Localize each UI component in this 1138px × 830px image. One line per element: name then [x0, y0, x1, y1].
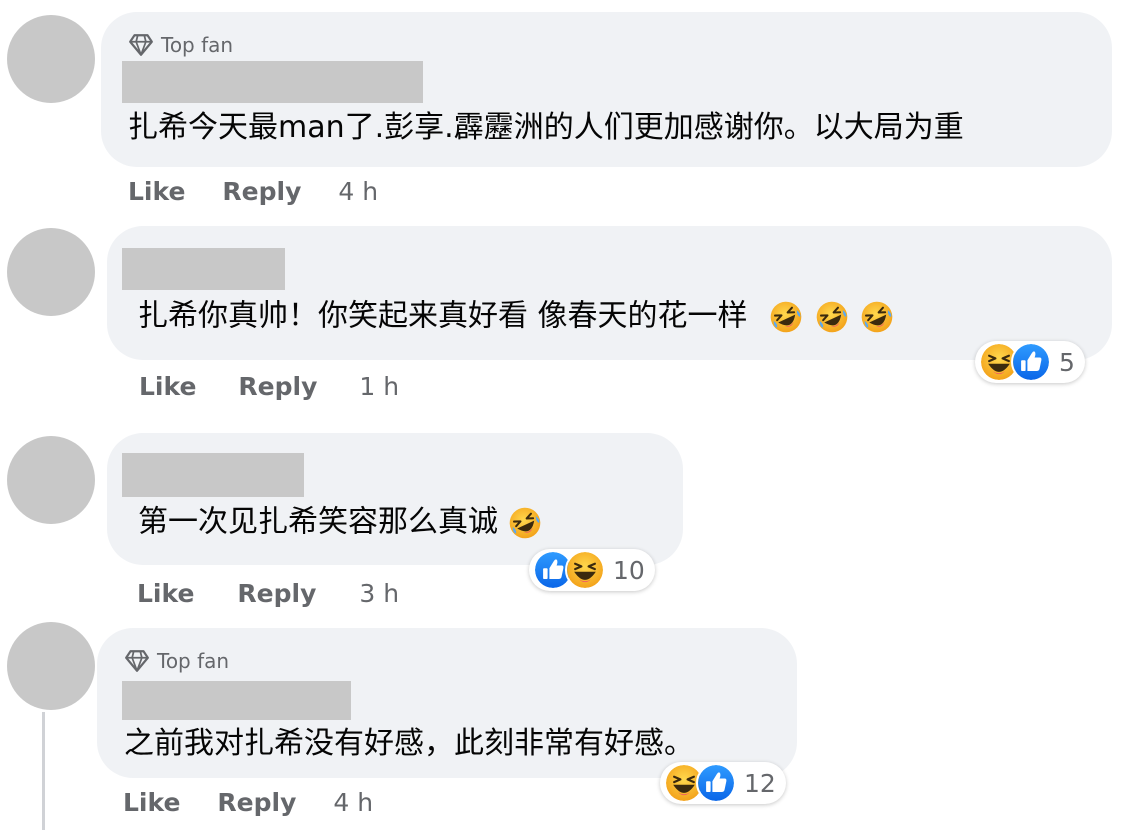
avatar[interactable] [7, 15, 95, 103]
avatar[interactable] [7, 622, 95, 710]
rofl-emoji-icon [508, 506, 542, 540]
like-button[interactable]: Like [128, 177, 185, 206]
avatar[interactable] [7, 436, 95, 524]
diamond-icon [128, 32, 154, 58]
rofl-emoji-icon [815, 300, 849, 334]
comment-bubble: Top fan 之前我对扎希没有好感，此刻非常有好感。 [97, 628, 797, 778]
comment-text: 之前我对扎希没有好感，此刻非常有好感。 [124, 726, 694, 761]
like-button[interactable]: Like [139, 372, 196, 401]
comment-actions: Like Reply 4 h [128, 177, 378, 206]
like-button[interactable]: Like [123, 788, 180, 817]
timestamp[interactable]: 3 h [359, 579, 399, 608]
like-button[interactable]: Like [137, 579, 194, 608]
reaction-summary[interactable]: 10 [529, 549, 655, 591]
comment-text: 第一次见扎希笑容那么真诚 [138, 506, 542, 540]
comment-text-content: 第一次见扎希笑容那么真诚 [138, 504, 498, 540]
reaction-summary[interactable]: 5 [975, 341, 1085, 383]
reply-button[interactable]: Reply [222, 177, 301, 206]
reply-button[interactable]: Reply [217, 788, 296, 817]
badge-label: Top fan [157, 649, 230, 673]
like-icon [1011, 342, 1051, 382]
rofl-emoji-icon [769, 300, 803, 334]
top-fan-badge: Top fan [128, 32, 233, 58]
reaction-count: 10 [613, 555, 645, 585]
comment-actions: Like Reply 3 h [137, 579, 399, 608]
author-name-redacted[interactable] [122, 453, 304, 497]
reaction-count: 12 [744, 768, 776, 798]
top-fan-badge: Top fan [124, 648, 229, 674]
timestamp[interactable]: 4 h [338, 177, 378, 206]
timestamp[interactable]: 4 h [333, 788, 373, 817]
comment-actions: Like Reply 1 h [139, 372, 399, 401]
author-name-redacted[interactable] [122, 248, 285, 290]
comment-text-content: 扎希你真帅！你笑起来真好看 像春天的花一样 [138, 298, 748, 334]
timestamp[interactable]: 1 h [359, 372, 399, 401]
badge-label: Top fan [161, 33, 234, 57]
avatar[interactable] [7, 228, 95, 316]
comments-section: Top fan 扎希今天最man了.彭享.霹靂洲的人们更加感谢你。以大局为重 L… [0, 0, 1138, 830]
comment-bubble: Top fan 扎希今天最man了.彭享.霹靂洲的人们更加感谢你。以大局为重 [101, 12, 1112, 167]
reply-thread-line [42, 712, 45, 830]
reaction-count: 5 [1059, 347, 1075, 377]
diamond-icon [124, 648, 150, 674]
comment-actions: Like Reply 4 h [123, 788, 373, 817]
comment-text: 扎希你真帅！你笑起来真好看 像春天的花一样 [138, 300, 894, 334]
author-name-redacted[interactable] [122, 61, 423, 103]
comment-bubble: 扎希你真帅！你笑起来真好看 像春天的花一样 [107, 226, 1112, 360]
haha-icon [565, 550, 605, 590]
comment-bubble: 第一次见扎希笑容那么真诚 [107, 433, 683, 565]
like-icon [696, 763, 736, 803]
comment-text: 扎希今天最man了.彭享.霹靂洲的人们更加感谢你。以大局为重 [128, 110, 964, 145]
reply-button[interactable]: Reply [237, 579, 316, 608]
author-name-redacted[interactable] [122, 681, 351, 720]
reply-button[interactable]: Reply [238, 372, 317, 401]
reaction-summary[interactable]: 12 [660, 762, 786, 804]
rofl-emoji-icon [860, 300, 894, 334]
